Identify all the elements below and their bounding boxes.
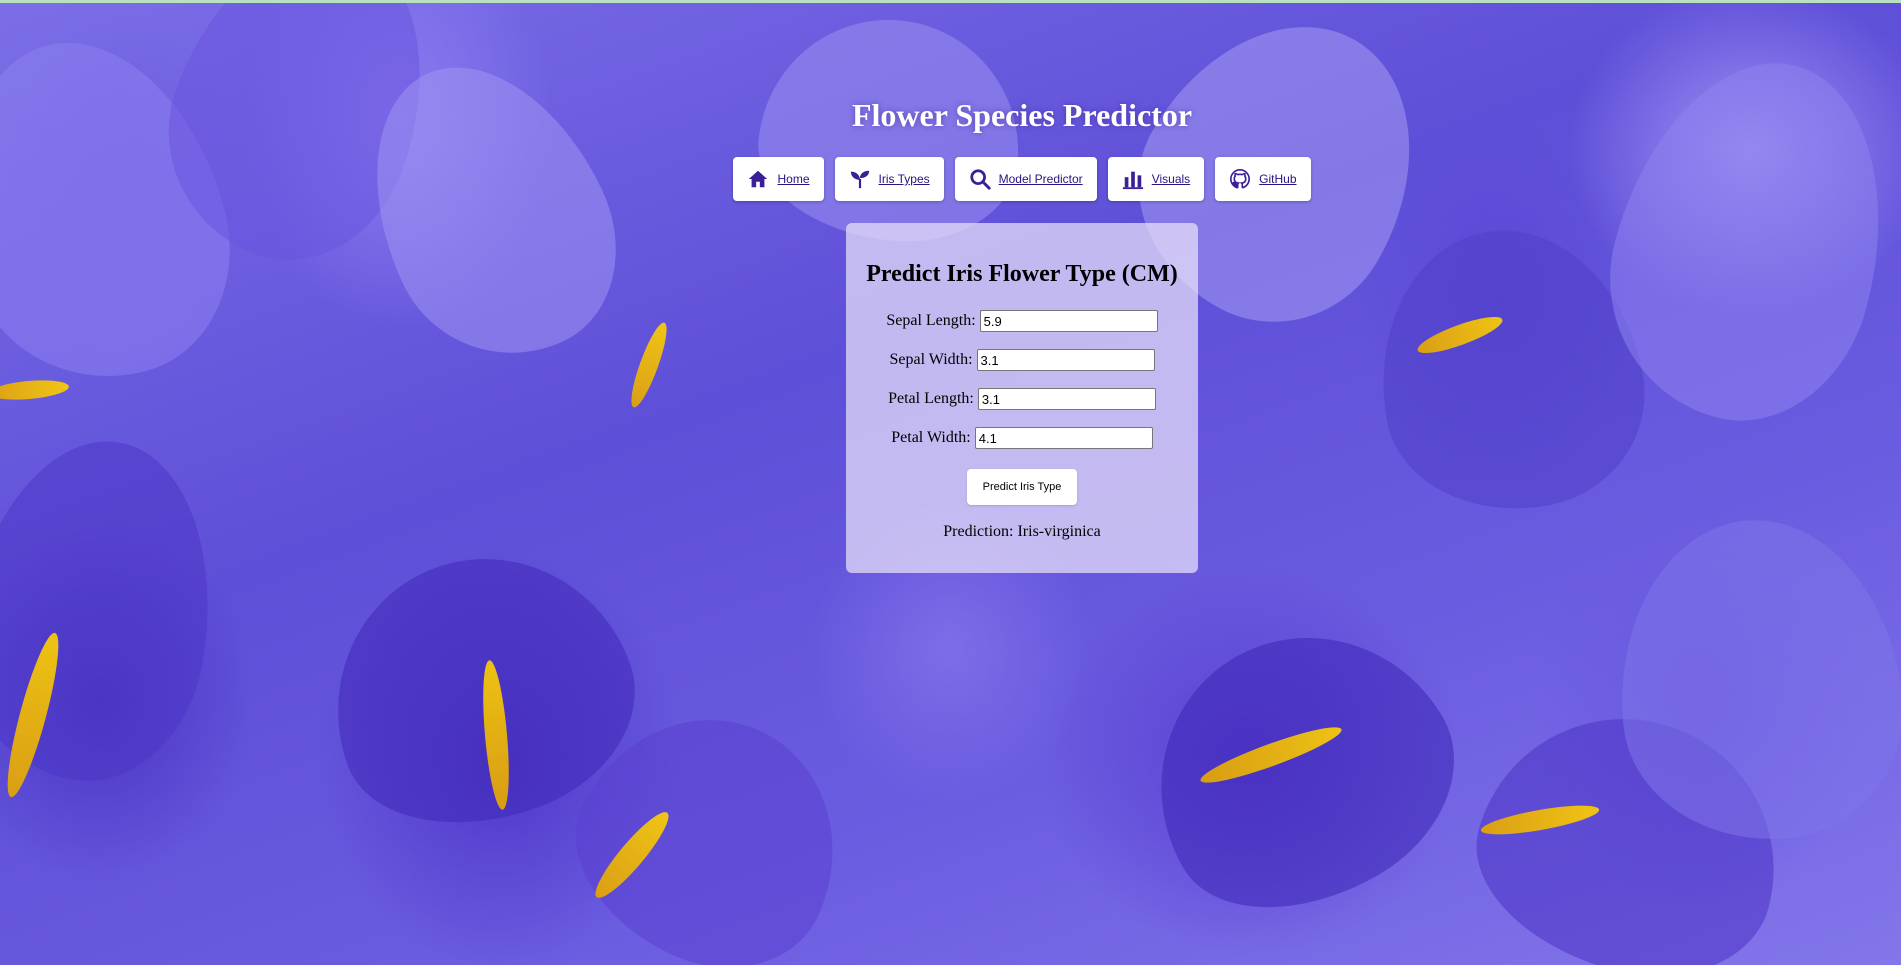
prediction-result: Prediction: Iris-virginica	[943, 523, 1101, 540]
sepal-length-input[interactable]	[979, 310, 1158, 332]
top-border	[0, 0, 1901, 3]
sepal-width-label: Sepal Width:	[889, 351, 973, 368]
nav-visuals-button[interactable]: Visuals	[1107, 157, 1205, 201]
nav-model-predictor-button[interactable]: Model Predictor	[954, 157, 1097, 201]
nav-github-button[interactable]: GitHub	[1215, 157, 1311, 201]
sprout-icon	[849, 168, 871, 190]
nav-visuals-label: Visuals	[1151, 172, 1191, 186]
nav-iris-types-label: Iris Types	[878, 172, 930, 186]
bar-chart-icon	[1122, 168, 1144, 190]
main-nav: Home Iris Types Model Predictor Visuals …	[0, 157, 1901, 201]
petal-width-row: Petal Width:	[846, 425, 1198, 451]
form-title: Predict Iris Flower Type (CM)	[866, 261, 1178, 287]
nav-home-button[interactable]: Home	[733, 157, 824, 201]
sepal-length-row: Sepal Length:	[846, 308, 1198, 334]
petal-width-label: Petal Width:	[891, 429, 971, 446]
nav-model-predictor-label: Model Predictor	[998, 172, 1083, 186]
sepal-width-input[interactable]	[976, 349, 1155, 371]
prediction-form-card: Predict Iris Flower Type (CM) Sepal Leng…	[846, 223, 1198, 573]
predict-button[interactable]: Predict Iris Type	[966, 469, 1078, 505]
sepal-width-row: Sepal Width:	[846, 347, 1198, 373]
sepal-length-label: Sepal Length:	[886, 312, 976, 329]
github-icon	[1229, 168, 1251, 190]
nav-home-label: Home	[777, 172, 810, 186]
page-title: Flower Species Predictor	[851, 97, 1193, 133]
nav-github-label: GitHub	[1259, 172, 1297, 186]
petal-length-row: Petal Length:	[846, 386, 1198, 412]
petal-width-input[interactable]	[974, 427, 1153, 449]
search-icon	[969, 168, 991, 190]
nav-iris-types-button[interactable]: Iris Types	[834, 157, 944, 201]
home-icon	[747, 168, 769, 190]
petal-length-label: Petal Length:	[888, 390, 974, 407]
petal-length-input[interactable]	[977, 388, 1156, 410]
